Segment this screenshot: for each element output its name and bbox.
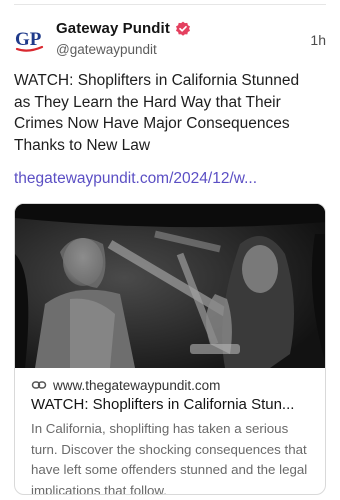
gateway-pundit-logo: GP [15,29,44,52]
post-header: GP Gateway Pundit @gatewaypundit 1h [14,18,326,62]
link-icon [31,377,47,393]
post: GP Gateway Pundit @gatewaypundit 1h WATC… [0,0,340,500]
avatar[interactable]: GP [14,26,46,54]
svg-text:GP: GP [15,29,42,50]
display-name[interactable]: Gateway Pundit [56,20,170,37]
card-title[interactable]: WATCH: Shoplifters in California Stun... [31,396,313,413]
link-preview-card[interactable]: www.thegatewaypundit.com WATCH: Shoplift… [14,203,326,495]
timestamp: 1h [310,32,326,48]
card-image[interactable] [15,204,325,368]
card-domain-row: www.thegatewaypundit.com [31,376,313,394]
card-domain: www.thegatewaypundit.com [53,377,221,393]
name-row: Gateway Pundit [56,20,191,37]
card-description: In California, shoplifting has taken a s… [31,421,308,495]
card-body: www.thegatewaypundit.com WATCH: Shoplift… [15,374,325,495]
post-text: WATCH: Shoplifters in California Stunned… [14,72,300,154]
post-link[interactable]: thegatewaypundit.com/2024/12/w... [14,170,257,188]
verified-badge-icon [175,21,191,37]
handle[interactable]: @gatewaypundit [56,42,157,57]
